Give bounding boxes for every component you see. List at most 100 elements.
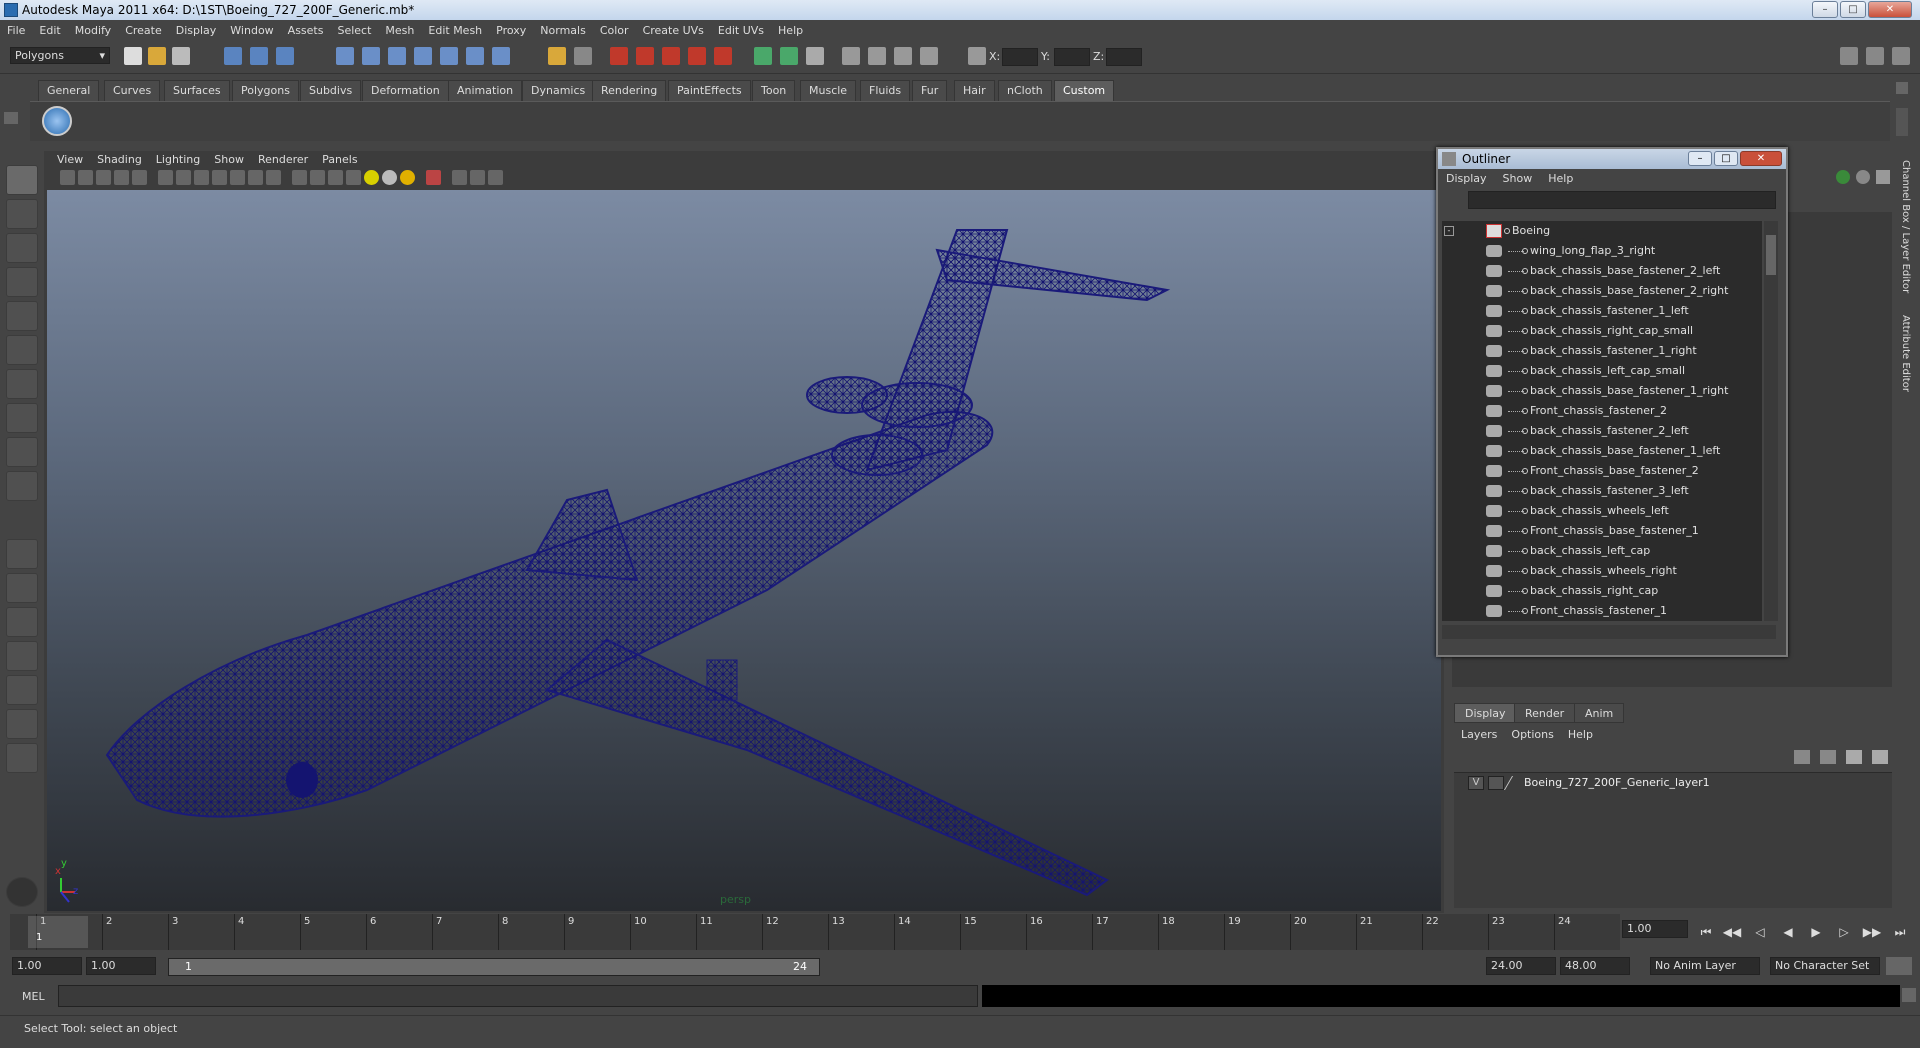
step-back-frame-icon[interactable]: ◁ [1750, 924, 1770, 940]
shelf-tab-painteffects[interactable]: PaintEffects [668, 80, 751, 101]
menu-select[interactable]: Select [330, 20, 378, 41]
xray-components-icon[interactable] [488, 170, 503, 185]
panel-layout-4-icon[interactable] [920, 47, 938, 65]
outliner-item[interactable]: back_chassis_left_cap_small [1442, 361, 1762, 381]
textured-icon[interactable] [346, 170, 361, 185]
menu-normals[interactable]: Normals [533, 20, 593, 41]
move-tool-icon[interactable] [6, 267, 38, 297]
select-tool-icon[interactable] [6, 165, 38, 195]
outliner-item[interactable]: back_chassis_wheels_right [1442, 561, 1762, 581]
layer-color-swatch[interactable] [1503, 776, 1527, 790]
last-tool-icon[interactable] [6, 471, 38, 501]
outliner-item[interactable]: Front_chassis_base_fastener_1 [1442, 521, 1762, 541]
new-layer-selected-icon[interactable] [1872, 750, 1888, 764]
more-layouts-icon[interactable] [6, 743, 38, 773]
safe-title-icon[interactable] [266, 170, 281, 185]
anim-layer-dropdown[interactable]: No Anim Layer [1650, 957, 1760, 975]
menu-window[interactable]: Window [223, 20, 280, 41]
outliner-item[interactable]: back_chassis_base_fastener_1_right [1442, 381, 1762, 401]
render-settings-icon[interactable] [662, 47, 680, 65]
persp-graph-layout-icon[interactable] [6, 641, 38, 671]
checkmark-shelf-icon[interactable] [42, 106, 72, 136]
play-backwards-icon[interactable]: ◀ [1778, 924, 1798, 940]
vp-menu-panels[interactable]: Panels [315, 152, 364, 168]
animation-start-field[interactable]: 1.00 [12, 957, 82, 975]
vp-menu-view[interactable]: View [50, 152, 90, 168]
outliner-menu-display[interactable]: Display [1438, 171, 1495, 187]
wireframe-icon[interactable] [292, 170, 307, 185]
outliner-horizontal-scrollbar[interactable] [1442, 625, 1776, 639]
shelf-tab-animation[interactable]: Animation [448, 80, 523, 101]
go-to-start-icon[interactable]: ⏮ [1696, 924, 1716, 940]
outliner-menu-show[interactable]: Show [1495, 171, 1541, 187]
isolate-select-icon[interactable] [452, 170, 467, 185]
menu-modify[interactable]: Modify [68, 20, 118, 41]
outliner-close-icon[interactable]: ✕ [1740, 151, 1782, 166]
shelf-tab-fur[interactable]: Fur [912, 80, 948, 101]
select-hierarchy-icon[interactable] [224, 47, 242, 65]
high-quality-lighting-icon[interactable] [400, 170, 415, 185]
current-time-field[interactable]: 1.00 [1622, 920, 1688, 938]
menu-edit-mesh[interactable]: Edit Mesh [421, 20, 489, 41]
channel-box-toggle-icon[interactable] [806, 47, 824, 65]
layer-visibility-toggle[interactable]: V [1468, 776, 1484, 790]
xray-joints-icon[interactable] [470, 170, 485, 185]
single-perspective-layout-icon[interactable] [6, 539, 38, 569]
image-plane-icon[interactable] [114, 170, 129, 185]
render-frame-icon[interactable] [610, 47, 628, 65]
shelf-tab-fluids[interactable]: Fluids [860, 80, 911, 101]
snap-point-icon[interactable] [388, 47, 406, 65]
input-output-icon[interactable] [548, 47, 566, 65]
layer-type-toggle[interactable] [1488, 776, 1504, 790]
use-all-lights-icon[interactable] [364, 170, 379, 185]
outliner-item[interactable]: back_chassis_right_cap [1442, 581, 1762, 601]
four-view-layout-icon[interactable] [6, 573, 38, 603]
outliner-item[interactable]: Front_chassis_base_fastener_2 [1442, 461, 1762, 481]
make-live-icon[interactable] [440, 47, 458, 65]
shelf-tab-toon[interactable]: Toon [752, 80, 796, 101]
menu-file[interactable]: File [0, 20, 32, 41]
go-to-end-icon[interactable]: ⏭ [1890, 924, 1910, 940]
panel-layout-2-icon[interactable] [868, 47, 886, 65]
shelf-tab-rendering[interactable]: Rendering [592, 80, 667, 101]
shelf-tab-subdivs[interactable]: Subdivs [300, 80, 362, 101]
outliner-item[interactable]: Front_chassis_fastener_2 [1442, 401, 1762, 421]
range-slider[interactable]: 1 24 [168, 958, 820, 976]
shelf-tab-muscle[interactable]: Muscle [800, 80, 857, 101]
menu-set-dropdown[interactable]: Polygons ▾ [10, 47, 110, 64]
shelf-menu-icon[interactable] [4, 112, 18, 124]
shelf-tab-ncloth[interactable]: nCloth [998, 80, 1052, 101]
shelf-up-down-icon[interactable] [1896, 108, 1908, 136]
select-component-icon[interactable] [276, 47, 294, 65]
outliner-menu-help[interactable]: Help [1540, 171, 1581, 187]
open-scene-icon[interactable] [148, 47, 166, 65]
play-forwards-icon[interactable]: ▶ [1806, 924, 1826, 940]
show-hide-tool-settings-icon[interactable] [1866, 47, 1884, 65]
grid-icon[interactable] [158, 170, 173, 185]
new-layer-icon[interactable] [1846, 750, 1862, 764]
outliner-item[interactable]: back_chassis_base_fastener_2_right [1442, 281, 1762, 301]
outliner-maximize-icon[interactable]: □ [1714, 151, 1738, 166]
outliner-filter-field[interactable] [1468, 191, 1776, 209]
outliner-vertical-scrollbar[interactable] [1764, 221, 1778, 621]
outliner-title-bar[interactable]: Outliner – □ ✕ [1438, 149, 1786, 169]
channel-box-icon-1[interactable] [1836, 170, 1850, 184]
panel-layout-3-icon[interactable] [894, 47, 912, 65]
help-query-icon[interactable] [492, 47, 510, 65]
auto-key-icon[interactable] [1886, 957, 1912, 975]
outliner-item[interactable]: back_chassis_fastener_3_left [1442, 481, 1762, 501]
z-coord-field[interactable] [1106, 48, 1142, 66]
outliner-item[interactable]: Front_chassis_fastener_1 [1442, 601, 1762, 621]
outliner-item[interactable]: back_chassis_fastener_1_right [1442, 341, 1762, 361]
panel-layout-icon[interactable] [842, 47, 860, 65]
close-icon[interactable]: ✕ [1868, 1, 1912, 18]
paint-select-tool-icon[interactable] [6, 233, 38, 263]
outliner-item[interactable]: back_chassis_right_cap_small [1442, 321, 1762, 341]
outliner-item[interactable]: back_chassis_base_fastener_1_left [1442, 441, 1762, 461]
x-coord-field[interactable] [1002, 48, 1038, 66]
menu-help[interactable]: Help [771, 20, 810, 41]
channel-box-side-tab[interactable]: Channel Box / Layer Editor [1900, 160, 1911, 293]
outliner-item[interactable]: back_chassis_wheels_left [1442, 501, 1762, 521]
animation-end-field[interactable]: 48.00 [1560, 957, 1630, 975]
shelf-tab-general[interactable]: General [38, 80, 100, 101]
